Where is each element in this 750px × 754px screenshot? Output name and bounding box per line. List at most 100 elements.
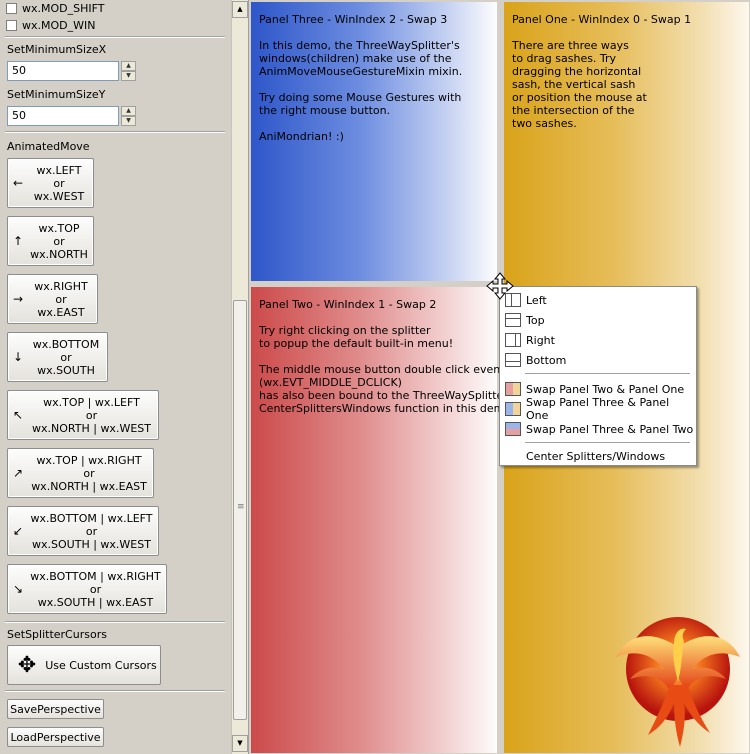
load-perspective-button[interactable]: LoadPerspective — [7, 727, 104, 747]
spin-up-icon[interactable]: ▲ — [121, 106, 136, 116]
vertical-scrollbar[interactable]: ▲ ≡ ▼ — [231, 0, 248, 754]
menu-item-label: Left — [526, 293, 547, 307]
arrow-down-right-icon: ↘ — [12, 582, 24, 596]
divider — [5, 131, 225, 133]
btn-line: wx.EAST — [37, 305, 85, 319]
btn-line: wx.NORTH — [30, 247, 88, 261]
arrow-up-left-icon: ↖ — [12, 408, 24, 422]
arrow-up-right-icon: ↗ — [12, 466, 24, 480]
btn-line: or — [85, 408, 98, 422]
move-bottom-left-button[interactable]: ↙ wx.BOTTOM | wx.LEFT or wx.SOUTH | wx.WES… — [7, 506, 159, 556]
menu-item-label: Swap Panel Two & Panel One — [526, 382, 685, 396]
spin-up-icon[interactable]: ▲ — [121, 61, 136, 71]
scroll-down-icon[interactable]: ▼ — [232, 735, 248, 752]
spin-down-icon[interactable]: ▼ — [121, 71, 136, 81]
splitter-context-menu[interactable]: Left Top Right Bottom Swap Panel Two & P… — [499, 286, 697, 466]
menu-item-swap-three-one[interactable]: Swap Panel Three & Panel One — [501, 396, 695, 422]
move-bottom-button[interactable]: ↓ wx.BOTTOM or wx.SOUTH — [7, 332, 108, 382]
panel-text-line: CenterSplittersWindows function in this … — [259, 402, 515, 415]
panel-text-line: the right mouse button. — [259, 104, 391, 117]
menu-item-bottom[interactable]: Bottom — [501, 350, 695, 370]
min-size-y-label: SetMinimumSizeY — [7, 88, 106, 101]
mod-shift-checkbox[interactable]: wx.MOD_SHIFT — [6, 0, 104, 16]
btn-line: or — [55, 292, 67, 306]
panel-text-line: the intersection of the — [512, 104, 635, 117]
move-top-button[interactable]: ↑ wx.TOP or wx.NORTH — [7, 216, 94, 266]
menu-item-left[interactable]: Left — [501, 290, 695, 310]
panel-text-line: In this demo, the ThreeWaySplitter's — [259, 39, 460, 52]
panel-title: Panel One - WinIndex 0 - Swap 1 — [512, 13, 692, 26]
btn-line: or — [60, 350, 72, 364]
btn-line: or — [85, 524, 98, 538]
panel-title: Panel Two - WinIndex 1 - Swap 2 — [259, 298, 437, 311]
move-cross-icon: ✥ — [17, 652, 37, 678]
save-perspective-button[interactable]: SavePerspective — [7, 699, 104, 719]
panel-three[interactable]: Panel Three - WinIndex 2 - Swap 3 In thi… — [251, 2, 497, 281]
btn-line: wx.BOTTOM | wx.RIGHT — [30, 569, 161, 583]
menu-separator — [525, 442, 690, 443]
min-size-x-input[interactable]: 50 — [7, 61, 119, 81]
menu-item-label: Right — [526, 333, 555, 347]
min-size-y-input[interactable]: 50 — [7, 106, 119, 126]
move-top-right-button[interactable]: ↗ wx.TOP | wx.RIGHT or wx.NORTH | wx.EAST — [7, 448, 154, 498]
move-top-left-button[interactable]: ↖ wx.TOP | wx.LEFT or wx.NORTH | wx.WEST — [7, 390, 159, 440]
panel-text-line: The middle mouse button double click eve… — [259, 363, 505, 376]
menu-item-label: Swap Panel Three & Panel Two — [526, 422, 694, 436]
mod-win-checkbox[interactable]: wx.MOD_WIN — [6, 17, 95, 33]
divider — [5, 621, 225, 623]
btn-line: wx.TOP | wx.LEFT — [43, 395, 140, 409]
menu-item-center[interactable]: Center Splitters/Windows — [501, 446, 695, 466]
panel-text-line: has also been bound to the ThreeWaySplit… — [259, 389, 517, 402]
checkbox-box[interactable] — [6, 19, 17, 31]
move-cursor-icon — [486, 272, 514, 300]
scroll-up-icon[interactable]: ▲ — [232, 1, 248, 18]
swap-icon — [505, 382, 521, 396]
btn-line: or — [89, 582, 102, 596]
spin-down-icon[interactable]: ▼ — [121, 116, 136, 126]
arrow-left-icon: ← — [12, 176, 24, 190]
menu-item-swap-three-two[interactable]: Swap Panel Three & Panel Two — [501, 419, 695, 439]
panel-title: Panel Three - WinIndex 2 - Swap 3 — [259, 13, 448, 26]
btn-line: or — [53, 234, 65, 248]
move-bottom-right-button[interactable]: ↘ wx.BOTTOM | wx.RIGHT or wx.SOUTH | wx.EA… — [7, 564, 167, 614]
btn-line: wx.TOP — [38, 221, 80, 235]
btn-line: wx.NORTH | wx.WEST — [32, 421, 151, 435]
button-label: Use Custom Cursors — [45, 658, 157, 672]
menu-item-right[interactable]: Right — [501, 330, 695, 350]
btn-line: or — [53, 176, 65, 190]
btn-line: wx.WEST — [33, 189, 85, 203]
menu-item-label: Center Splitters/Windows — [526, 449, 666, 463]
btn-line: wx.BOTTOM — [32, 337, 100, 351]
layout-top-icon — [505, 313, 521, 327]
checkbox-box[interactable] — [6, 2, 17, 14]
panel-text-line: Try right clicking on the splitter — [259, 324, 431, 337]
btn-line: wx.NORTH | wx.EAST — [31, 479, 147, 493]
spin-arrows[interactable]: ▲ ▼ — [121, 61, 136, 81]
btn-line: wx.SOUTH | wx.WEST — [32, 537, 151, 551]
panel-text-line: windows(children) make use of the — [259, 52, 452, 65]
btn-line: wx.BOTTOM | wx.LEFT — [30, 511, 153, 525]
phoenix-logo — [616, 617, 740, 747]
menu-item-label: Top — [526, 313, 545, 327]
swap-icon — [505, 402, 521, 416]
panel-text-line: AnimMoveMouseGestureMixin mixin. — [259, 65, 463, 78]
move-right-button[interactable]: → wx.RIGHT or wx.EAST — [7, 274, 98, 324]
control-panel: wx.MOD_SHIFT wx.MOD_WIN SetMinimumSizeX … — [0, 0, 249, 754]
panel-text-line: AniMondrian! :) — [259, 130, 344, 143]
panel-text-line: sash, the vertical sash — [512, 78, 636, 91]
arrow-up-icon: ↑ — [12, 234, 24, 248]
menu-item-top[interactable]: Top — [501, 310, 695, 330]
move-left-button[interactable]: ← wx.LEFT or wx.WEST — [7, 158, 94, 208]
animated-move-label: AnimatedMove — [7, 140, 90, 153]
spin-arrows[interactable]: ▲ ▼ — [121, 106, 136, 126]
btn-line: wx.LEFT — [36, 163, 82, 177]
use-custom-cursors-button[interactable]: ✥ Use Custom Cursors — [7, 645, 161, 685]
menu-item-label: Bottom — [526, 353, 567, 367]
scroll-thumb[interactable]: ≡ — [233, 300, 247, 720]
swap-icon — [505, 422, 521, 436]
panel-two[interactable]: Panel Two - WinIndex 1 - Swap 2 Try righ… — [251, 287, 517, 753]
divider — [5, 36, 225, 38]
grip-icon: ≡ — [237, 502, 245, 512]
min-size-x-spinner[interactable]: 50 ▲ ▼ — [7, 61, 137, 81]
min-size-y-spinner[interactable]: 50 ▲ ▼ — [7, 106, 137, 126]
